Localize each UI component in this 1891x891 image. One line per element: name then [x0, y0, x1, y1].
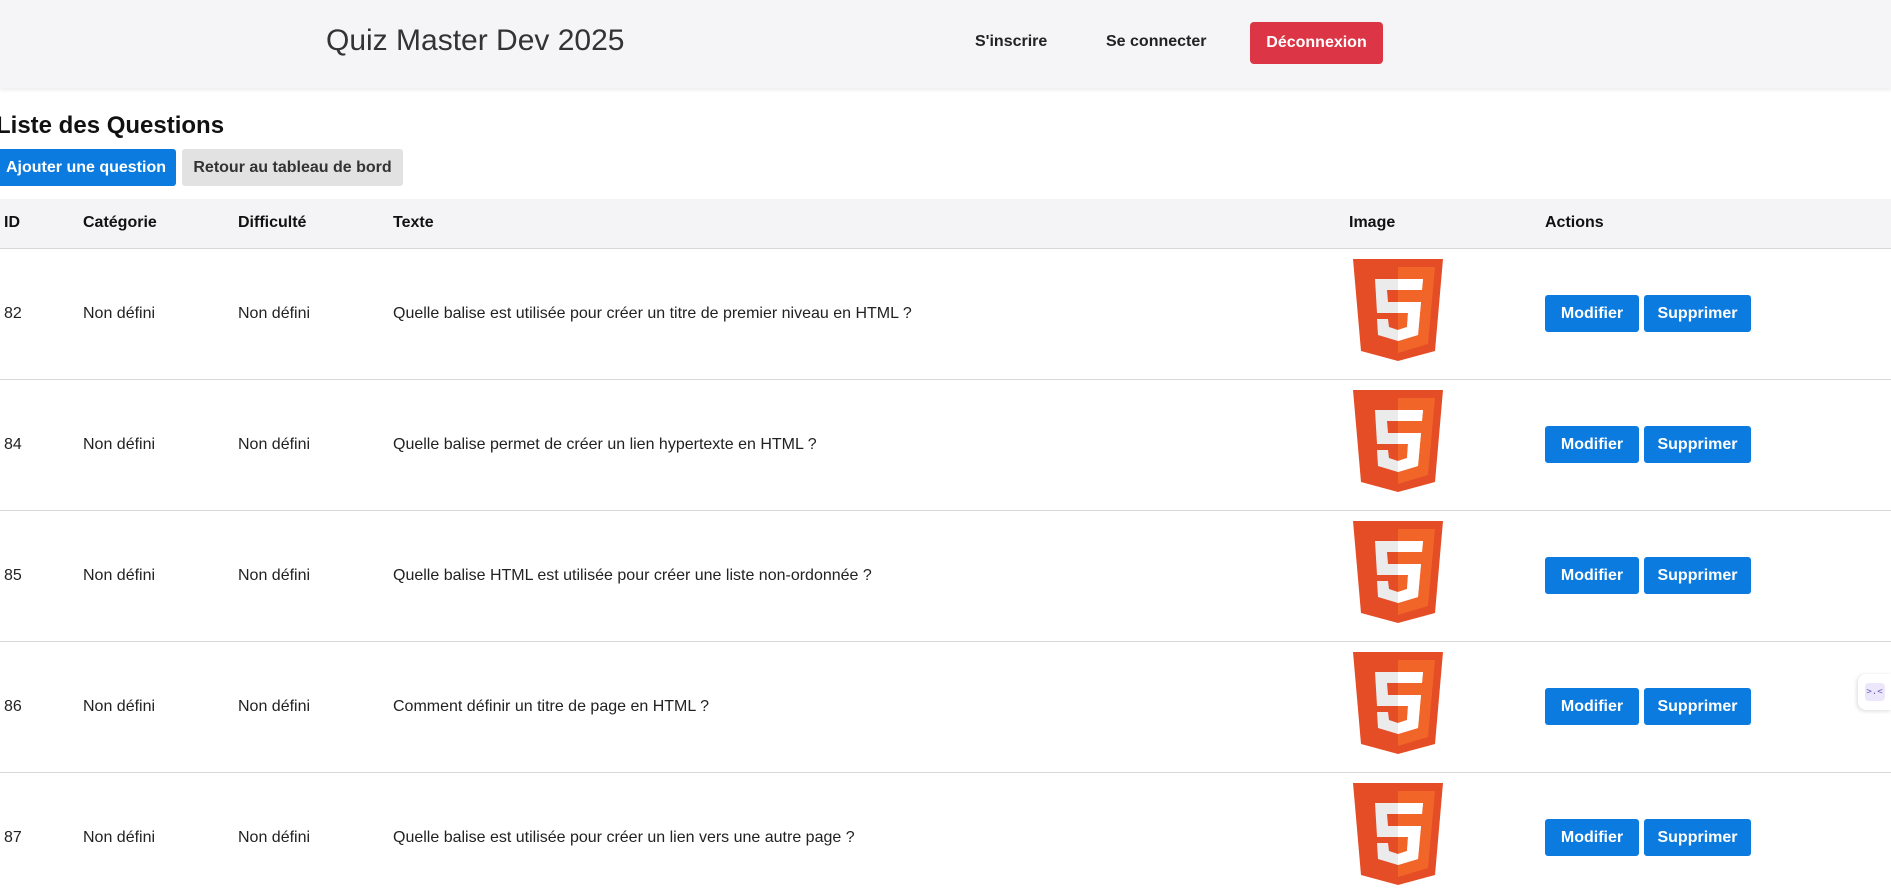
extension-widget-icon: >.< [1864, 683, 1885, 701]
html5-logo-icon [1353, 390, 1443, 492]
top-navbar: Quiz Master Dev 2025 S'inscrire Se conne… [0, 0, 1891, 88]
table-body: 82 Non défini Non défini Quelle balise e… [0, 249, 1891, 891]
table-row: 85 Non défini Non défini Quelle balise H… [0, 511, 1891, 642]
html5-logo-icon [1353, 783, 1443, 885]
back-to-dashboard-button[interactable]: Retour au tableau de bord [182, 149, 403, 186]
cell-difficulty: Non défini [238, 567, 311, 584]
cell-category: Non défini [83, 829, 156, 846]
table-row: 84 Non défini Non défini Quelle balise p… [0, 380, 1891, 511]
logout-button[interactable]: Déconnexion [1250, 22, 1383, 64]
app-title[interactable]: Quiz Master Dev 2025 [326, 24, 624, 58]
add-question-button[interactable]: Ajouter une question [0, 149, 176, 186]
header-category: Catégorie [83, 214, 157, 231]
header-text: Texte [393, 214, 434, 231]
cell-id: 86 [4, 698, 22, 715]
cell-category: Non défini [83, 698, 156, 715]
cell-text: Quelle balise permet de créer un lien hy… [393, 436, 817, 453]
edit-button[interactable]: Modifier [1545, 819, 1639, 856]
questions-table: ID Catégorie Difficulté Texte Image Acti… [0, 199, 1891, 891]
signup-link[interactable]: S'inscrire [975, 33, 1047, 51]
table-row: 86 Non défini Non défini Comment définir… [0, 642, 1891, 773]
cell-text: Quelle balise est utilisée pour créer un… [393, 305, 912, 322]
floating-extension-widget[interactable]: >.< [1858, 674, 1891, 710]
header-image: Image [1349, 214, 1396, 231]
delete-button[interactable]: Supprimer [1644, 688, 1751, 725]
cell-text: Quelle balise est utilisée pour créer un… [393, 829, 855, 846]
cell-difficulty: Non défini [238, 829, 311, 846]
cell-category: Non défini [83, 567, 156, 584]
delete-button[interactable]: Supprimer [1644, 557, 1751, 594]
cell-id: 85 [4, 567, 22, 584]
cell-id: 87 [4, 829, 22, 846]
cell-id: 82 [4, 305, 22, 322]
cell-category: Non défini [83, 436, 156, 453]
cell-difficulty: Non défini [238, 305, 311, 322]
html5-logo-icon [1353, 652, 1443, 754]
delete-button[interactable]: Supprimer [1644, 295, 1751, 332]
delete-button[interactable]: Supprimer [1644, 426, 1751, 463]
header-id: ID [4, 214, 20, 231]
header-difficulty: Difficulté [238, 214, 307, 231]
cell-difficulty: Non défini [238, 698, 311, 715]
login-link[interactable]: Se connecter [1106, 33, 1206, 51]
header-actions: Actions [1545, 214, 1604, 231]
edit-button[interactable]: Modifier [1545, 295, 1639, 332]
cell-id: 84 [4, 436, 22, 453]
table-header-row: ID Catégorie Difficulté Texte Image Acti… [0, 199, 1891, 249]
html5-logo-icon [1353, 259, 1443, 361]
delete-button[interactable]: Supprimer [1644, 819, 1751, 856]
edit-button[interactable]: Modifier [1545, 426, 1639, 463]
table-row: 82 Non défini Non défini Quelle balise e… [0, 249, 1891, 380]
page-title: Liste des Questions [0, 112, 225, 139]
cell-difficulty: Non défini [238, 436, 311, 453]
page: Quiz Master Dev 2025 S'inscrire Se conne… [0, 0, 1891, 891]
edit-button[interactable]: Modifier [1545, 557, 1639, 594]
cell-text: Comment définir un titre de page en HTML… [393, 698, 710, 715]
edit-button[interactable]: Modifier [1545, 688, 1639, 725]
cell-text: Quelle balise HTML est utilisée pour cré… [393, 567, 872, 584]
html5-logo-icon [1353, 521, 1443, 623]
table-row: 87 Non défini Non défini Quelle balise e… [0, 773, 1891, 891]
cell-category: Non défini [83, 305, 156, 322]
